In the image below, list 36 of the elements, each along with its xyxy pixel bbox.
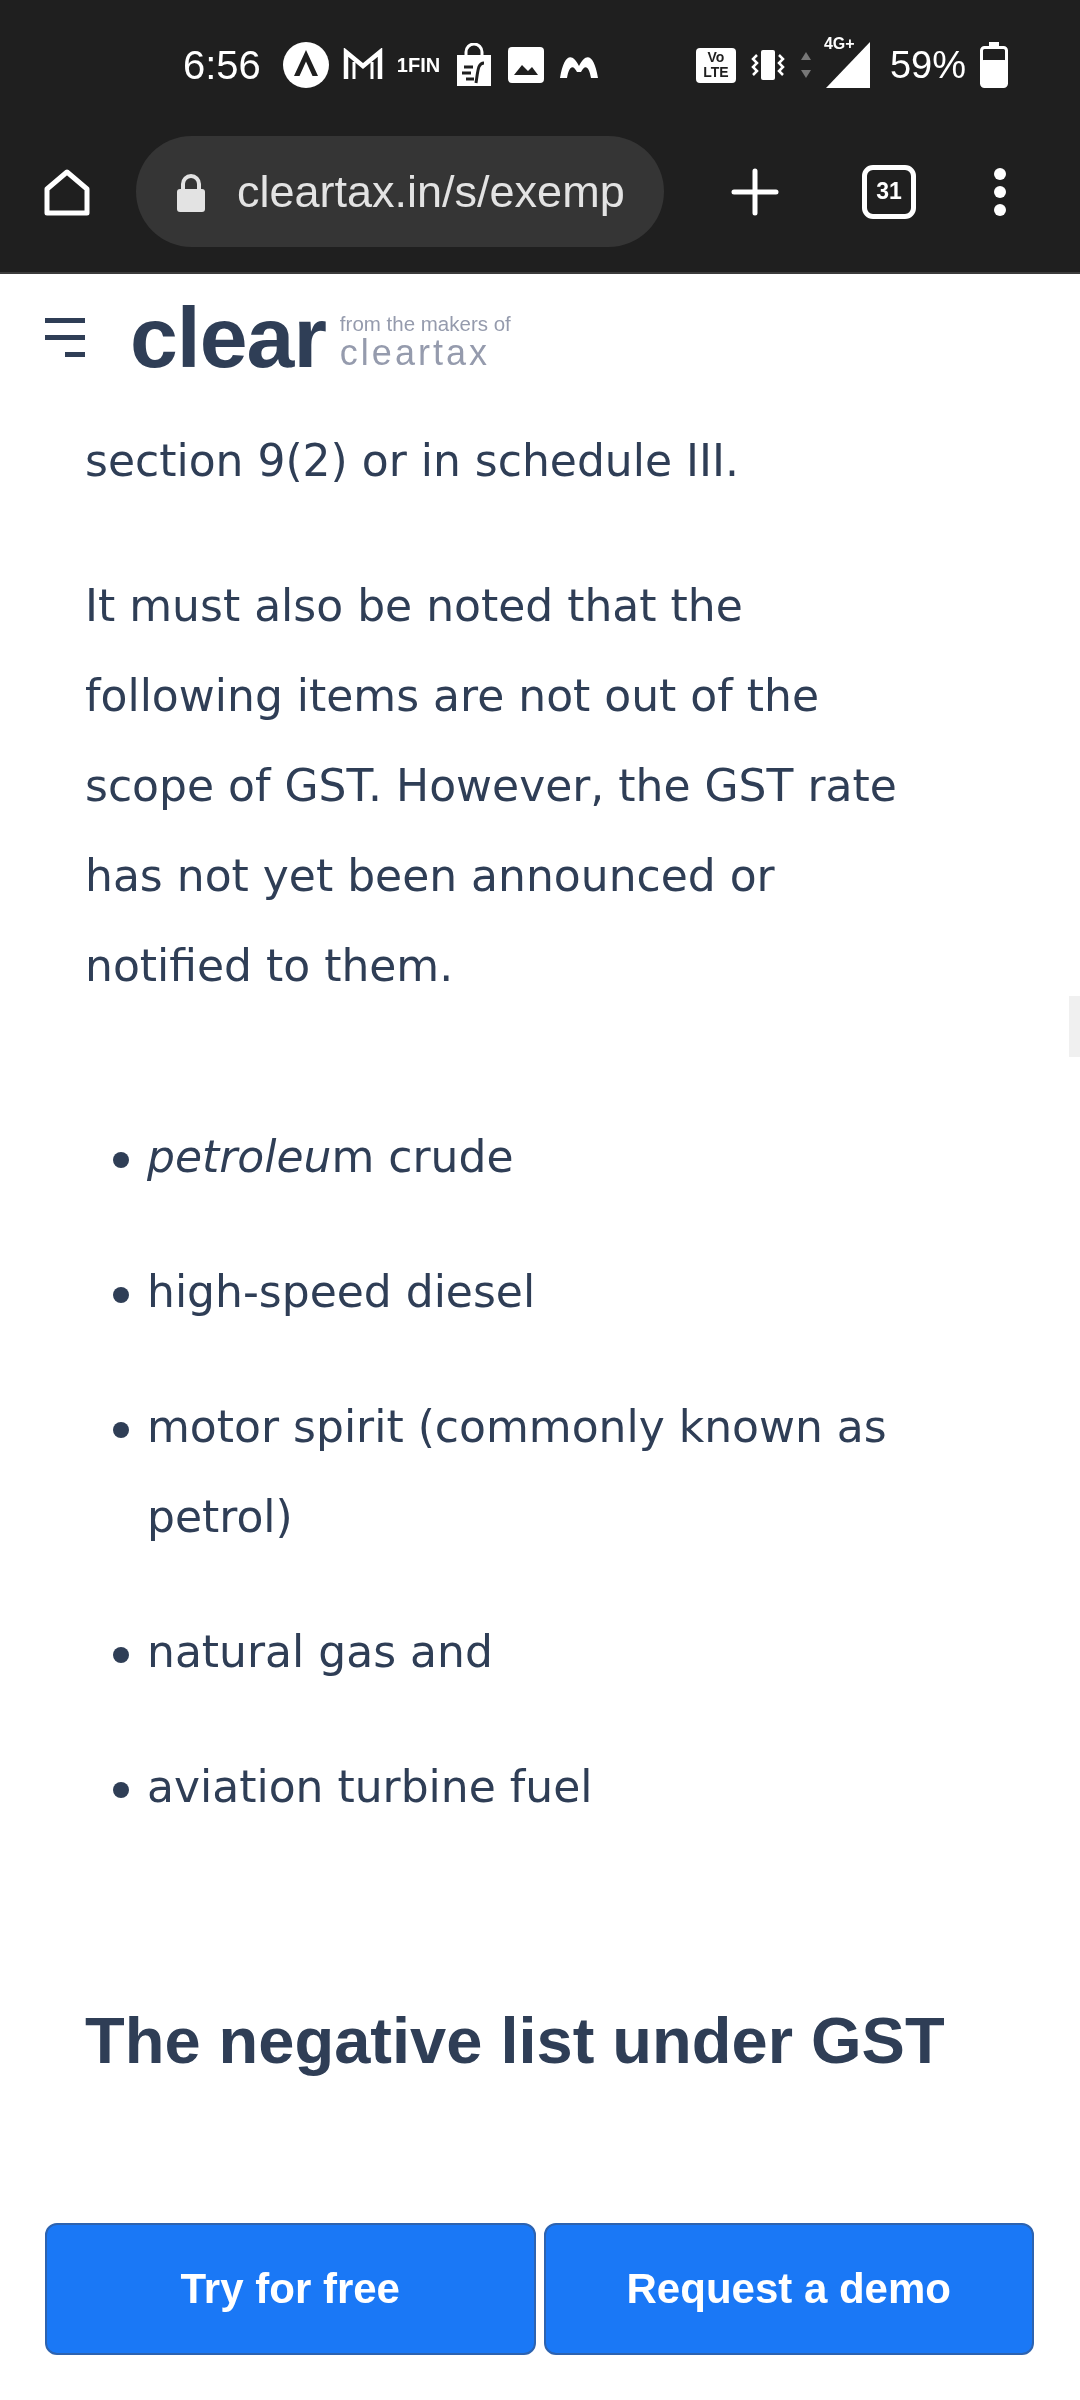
plus-icon[interactable] [730, 166, 780, 217]
list-item-text: natural gas and [147, 1625, 493, 1679]
notification-label: 1FIN [396, 55, 441, 75]
vibrate-icon [749, 47, 786, 83]
cta-button[interactable]: Try for free [45, 2223, 536, 2355]
circle-logo-icon [282, 42, 329, 88]
logo-subtitle: cleartax [339, 335, 491, 371]
list-item-text: high-speed diesel [147, 1265, 536, 1319]
tab-switcher-button[interactable]: 31 [862, 164, 916, 219]
address-bar[interactable]: cleartax.in/s/exemp [136, 136, 664, 247]
url-text: cleartax.in/s/exemp [237, 169, 625, 214]
overflow-menu-icon[interactable] [993, 166, 1007, 217]
battery-percent: 59% [889, 46, 966, 84]
section-heading: The negative list under GST [85, 2003, 946, 2079]
image-icon [508, 47, 545, 83]
bullet-icon [113, 1152, 129, 1168]
battery-icon [980, 42, 1008, 88]
data-arrows-icon [799, 50, 812, 80]
bullet-icon [113, 1647, 129, 1663]
list-item-text: aviation turbine fuel [147, 1760, 593, 1814]
mail-icon [342, 48, 383, 82]
list-item-text: motor spirit (commonly known as petrol) [147, 1400, 888, 1544]
paragraph-text: It must also be noted that the following items are not out of the scope of GST. However, the GST rate has not yet been announced or notified to them. [85, 579, 898, 993]
logo-text[interactable]: clear [130, 294, 326, 380]
paragraph-text: section 9(2) or in schedule III. [85, 434, 740, 488]
clock-time: 6:56 [183, 45, 261, 85]
network-type-label: 4G+ [823, 36, 855, 52]
bullet-icon [113, 1287, 129, 1303]
volte-badge: Vo LTE [695, 47, 736, 83]
logo-tagline: from the makers of [339, 313, 511, 335]
bullet-icon [113, 1422, 129, 1438]
lock-icon [175, 171, 207, 212]
list-item-text: petroleum crude [147, 1130, 514, 1184]
menu-icon[interactable] [45, 317, 85, 357]
bullet-icon [113, 1782, 129, 1798]
cta-button[interactable]: Request a demo [543, 2223, 1034, 2355]
